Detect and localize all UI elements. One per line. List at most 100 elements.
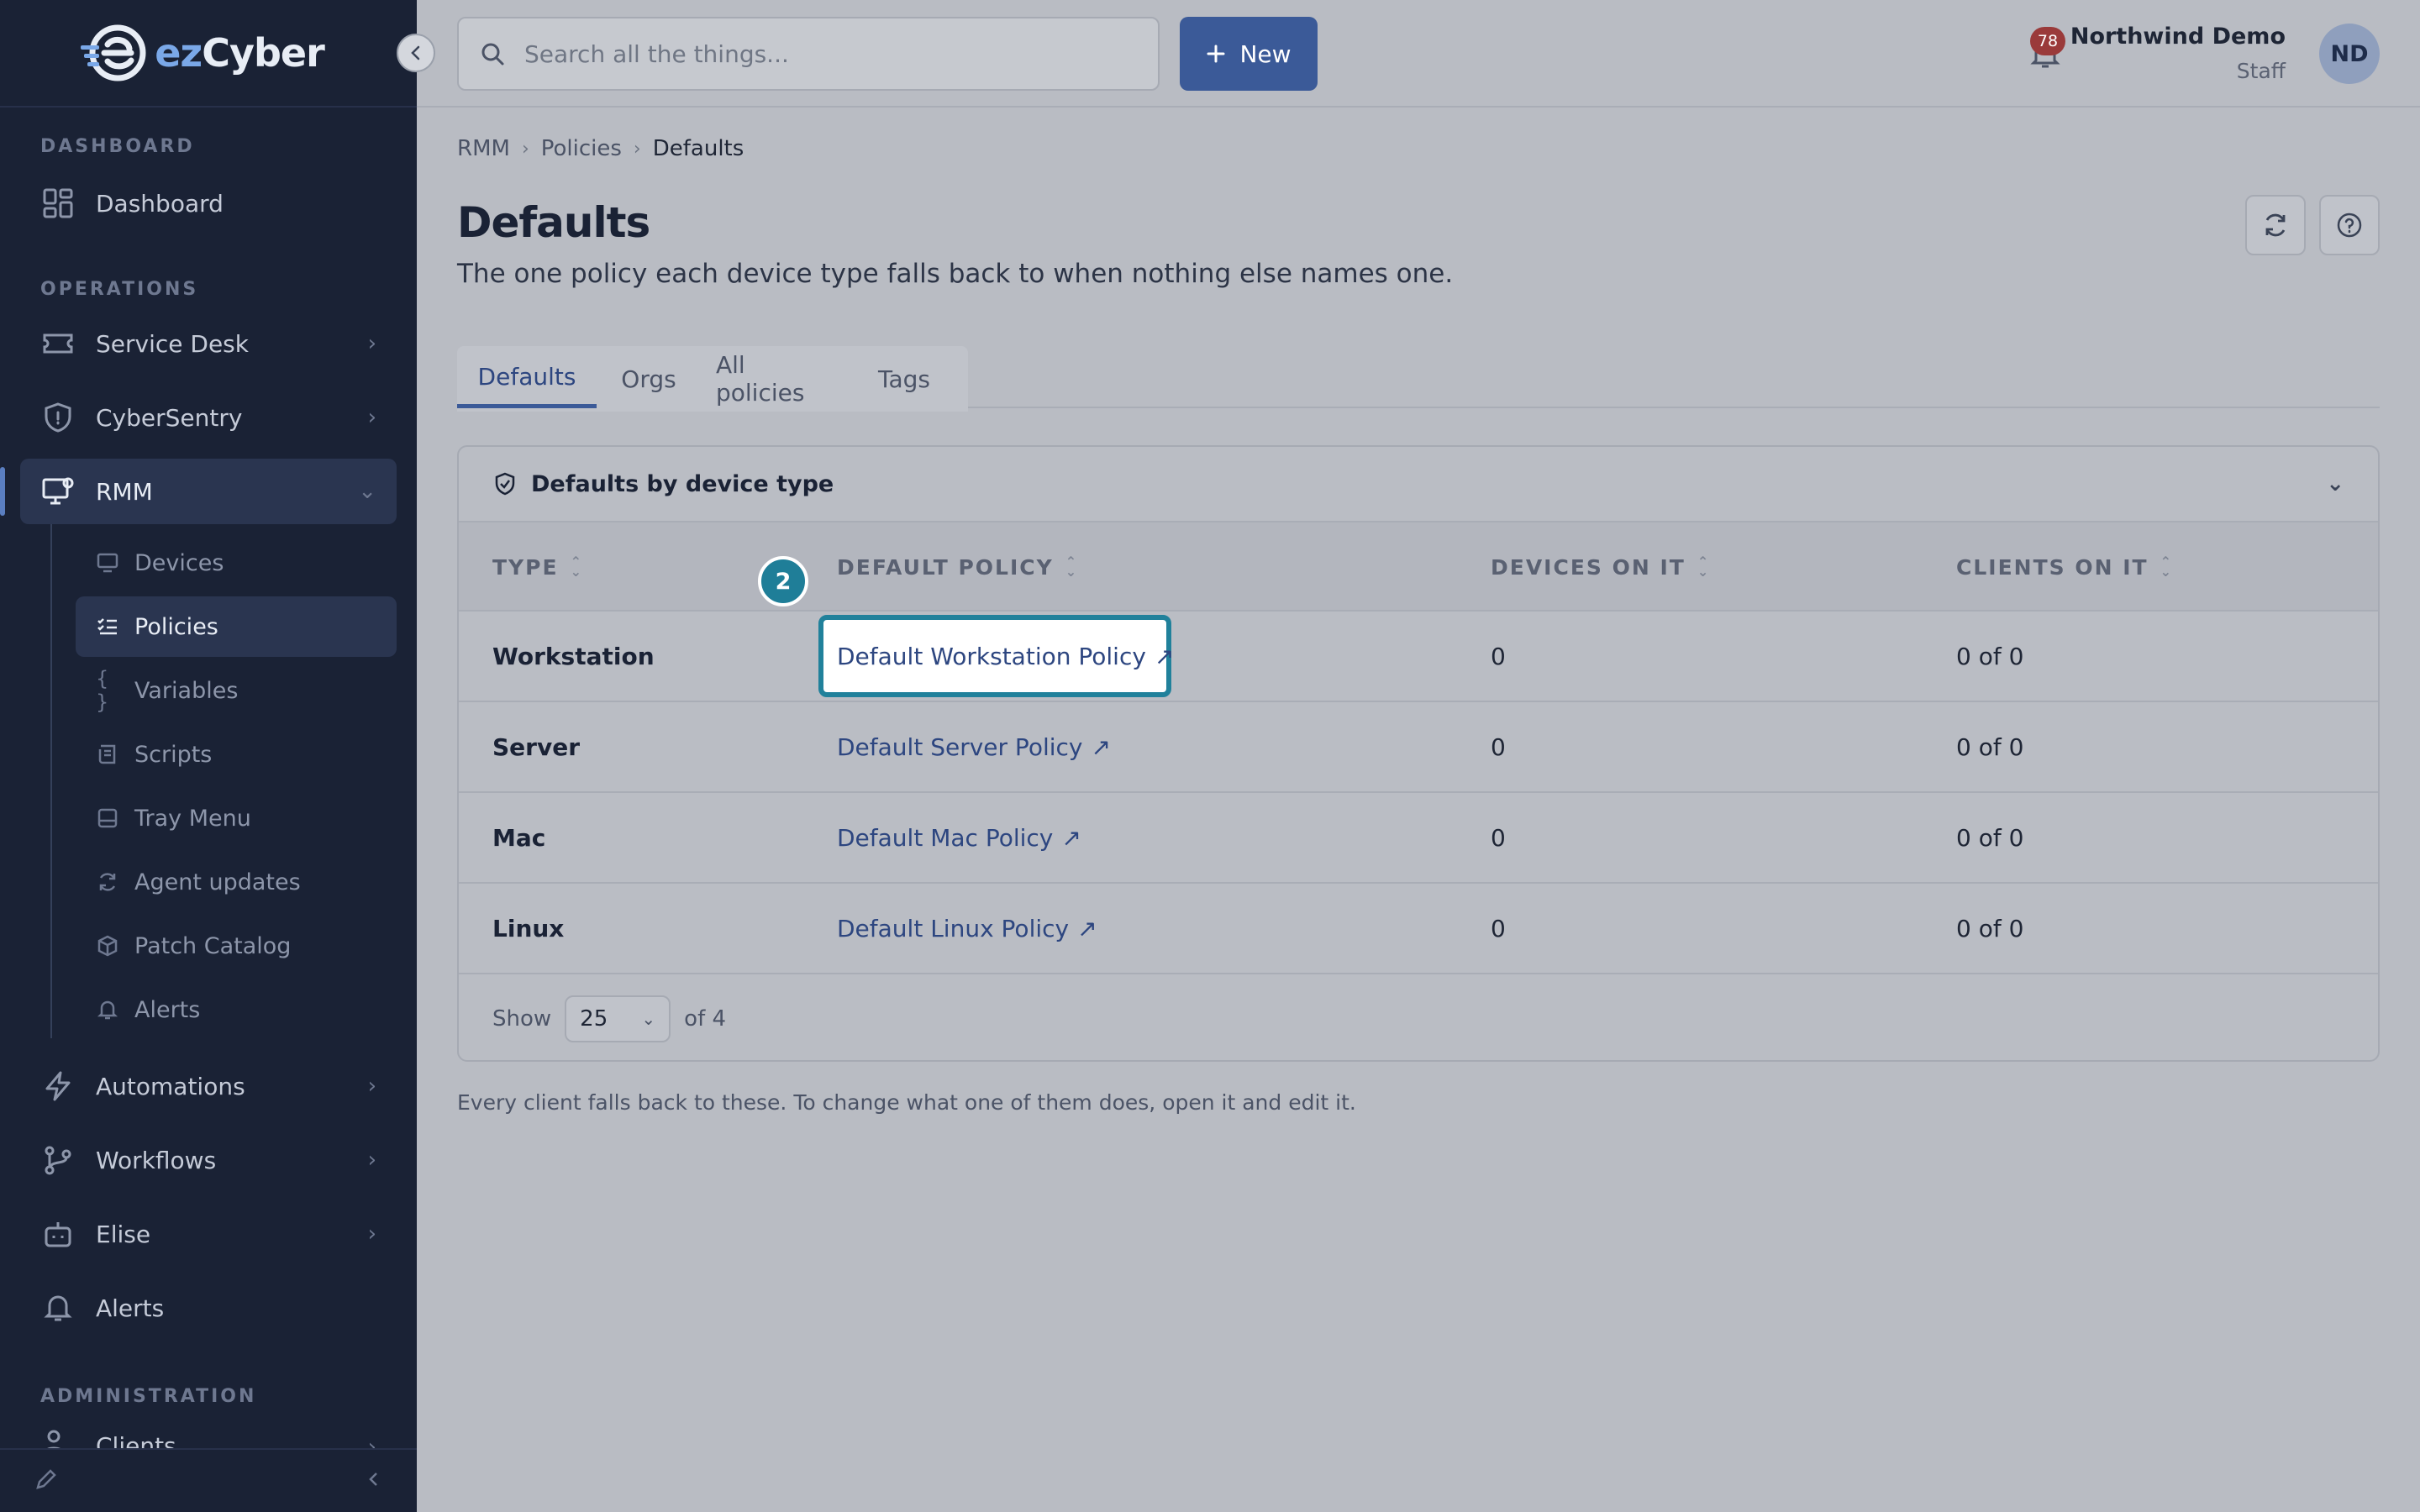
- sidebar-item-label: Alerts: [96, 1294, 165, 1322]
- sidebar-footer: [0, 1448, 417, 1512]
- table-header: TYPE ⌃ ⌄ DEFAULT POLICY ⌃ ⌄ DEVICES ON IT ⌃ ⌄ …: [459, 521, 2378, 612]
- page-title: Defaults: [457, 198, 650, 247]
- plus-icon: [1207, 45, 1225, 63]
- sidebar-item-service-desk[interactable]: Service Desk ›: [20, 311, 397, 376]
- scroll-icon: [96, 743, 119, 766]
- sidebar-subitem-label: Policies: [134, 613, 218, 640]
- new-button[interactable]: New: [1180, 17, 1318, 91]
- shield-check-icon: [495, 472, 515, 496]
- chevron-right-icon: ›: [367, 1221, 376, 1247]
- policy-link[interactable]: Default Linux Policy ↗: [837, 884, 1097, 973]
- table-row: Server Default Server Policy ↗ 0 0 of 0: [459, 702, 2378, 793]
- refresh-button[interactable]: [2245, 195, 2306, 255]
- sidebar-item-label: Workflows: [96, 1146, 217, 1174]
- sort-icon: ⌃ ⌄: [2160, 554, 2173, 580]
- page-size-select[interactable]: 25 ⌄: [565, 995, 671, 1042]
- sidebar-item-workflows[interactable]: Workflows ›: [20, 1127, 397, 1193]
- package-icon: [96, 934, 119, 958]
- chevron-right-icon: ›: [367, 1074, 376, 1099]
- breadcrumb-item-defaults: Defaults: [652, 136, 744, 161]
- total-count: of 4: [684, 1006, 727, 1032]
- shield-icon: [40, 400, 76, 435]
- card-header[interactable]: Defaults by device type ⌄: [459, 447, 2378, 521]
- new-button-label: New: [1239, 39, 1292, 68]
- sidebar-item-rmm[interactable]: RMM ⌄: [0, 459, 397, 524]
- edit-icon[interactable]: [34, 1467, 59, 1495]
- user-name[interactable]: Northwind Demo: [2070, 24, 2286, 50]
- bell-icon: [40, 1290, 76, 1326]
- avatar[interactable]: ND: [2319, 24, 2380, 84]
- chevron-down-icon[interactable]: ⌄: [2326, 471, 2344, 496]
- sidebar-subitem-devices[interactable]: Devices: [76, 533, 397, 593]
- sidebar-item-cybersentry[interactable]: CyberSentry ›: [20, 385, 397, 450]
- policy-link-label: Default Server Policy: [837, 732, 1083, 761]
- sidebar-subitem-label: Alerts: [134, 996, 201, 1023]
- tab-orgs[interactable]: Orgs: [608, 349, 689, 408]
- sidebar-subitem-alerts[interactable]: Alerts: [76, 979, 397, 1040]
- search-input[interactable]: Search all the things...: [457, 17, 1160, 91]
- cell-devices: 0: [1491, 732, 1506, 761]
- cell-type: Workstation: [492, 642, 655, 670]
- sidebar-subitem-patch-catalog[interactable]: Patch Catalog: [76, 916, 397, 976]
- main-content: RMM › Policies › Defaults Defaults The o…: [417, 108, 2420, 1512]
- cell-clients: 0 of 0: [1956, 732, 2024, 761]
- sidebar-item-automations[interactable]: Automations ›: [20, 1053, 397, 1119]
- sidebar-subitem-label: Agent updates: [134, 869, 301, 895]
- policy-link[interactable]: Default Mac Policy ↗: [837, 793, 1081, 882]
- sidebar-item-dashboard[interactable]: Dashboard: [20, 171, 397, 236]
- column-header-devices[interactable]: DEVICES ON IT ⌃ ⌄: [1491, 522, 1710, 612]
- tab-all-policies[interactable]: All policies: [716, 349, 834, 408]
- help-button[interactable]: [2319, 195, 2380, 255]
- tab-defaults[interactable]: Defaults: [457, 349, 597, 408]
- external-link-icon: ↗: [1077, 914, 1097, 942]
- sidebar-subitem-variables[interactable]: { } Variables: [76, 660, 397, 721]
- policy-link-label: Default Mac Policy: [837, 823, 1054, 852]
- chevron-right-icon: ›: [367, 405, 376, 430]
- page-size-label: Show: [492, 1006, 552, 1032]
- card-title: Defaults by device type: [531, 470, 834, 497]
- help-icon: [2337, 213, 2362, 238]
- column-header-clients[interactable]: CLIENTS ON IT ⌃ ⌄: [1956, 522, 2173, 612]
- bell-icon: [96, 998, 119, 1021]
- policy-link[interactable]: Default Server Policy ↗: [837, 702, 1111, 791]
- sidebar-subitem-scripts[interactable]: Scripts: [76, 724, 397, 785]
- sidebar-item-label: Service Desk: [96, 329, 249, 358]
- footnote: Every client falls back to these. To cha…: [457, 1090, 1356, 1115]
- sidebar-subitem-label: Variables: [134, 677, 239, 704]
- monitor-gear-icon: [40, 474, 76, 509]
- policy-link[interactable]: Default Workstation Policy ↗: [837, 612, 1174, 701]
- search-placeholder: Search all the things...: [524, 39, 789, 68]
- topbar: Search all the things... New 78 Northwin…: [417, 0, 2420, 108]
- breadcrumb-item-policies[interactable]: Policies: [541, 136, 622, 161]
- sidebar-subitem-policies[interactable]: Policies: [76, 596, 397, 657]
- page-subtitle: The one policy each device type falls ba…: [457, 259, 1454, 289]
- lightning-icon: [40, 1068, 76, 1104]
- brand-logo[interactable]: ezCyber: [79, 24, 325, 82]
- collapse-sidebar-button[interactable]: [397, 34, 435, 72]
- column-header-type[interactable]: TYPE ⌃ ⌄: [492, 522, 583, 612]
- chevron-right-icon: ›: [633, 138, 641, 160]
- collapse-left-icon[interactable]: [365, 1470, 383, 1492]
- section-label-dashboard: DASHBOARD: [40, 136, 195, 157]
- refresh-icon: [96, 870, 119, 894]
- sidebar-item-alerts[interactable]: Alerts: [20, 1275, 397, 1341]
- cell-type: Server: [492, 732, 581, 761]
- sidebar-item-label: Elise: [96, 1220, 151, 1248]
- cell-type: Mac: [492, 823, 546, 852]
- page-size-value: 25: [580, 1006, 608, 1032]
- column-header-label: CLIENTS ON IT: [1956, 554, 2149, 580]
- tab-tags[interactable]: Tags: [859, 349, 950, 408]
- column-header-default-policy[interactable]: DEFAULT POLICY ⌃ ⌄: [837, 522, 1078, 612]
- logo-row: ezCyber: [0, 0, 435, 108]
- chevron-down-icon: ⌄: [641, 1009, 656, 1029]
- sidebar-item-label: RMM: [96, 477, 153, 506]
- chevron-right-icon: ›: [521, 138, 529, 160]
- chevron-left-icon: [411, 45, 420, 60]
- sidebar-subitem-tray-menu[interactable]: Tray Menu: [76, 788, 397, 848]
- sidebar-subitem-label: Devices: [134, 549, 224, 576]
- sidebar-item-elise[interactable]: Elise ›: [20, 1201, 397, 1267]
- sidebar-subitem-agent-updates[interactable]: Agent updates: [76, 852, 397, 912]
- sidebar-item-label: Automations: [96, 1072, 245, 1100]
- breadcrumb-item-rmm[interactable]: RMM: [457, 136, 510, 161]
- search-icon: [481, 43, 504, 66]
